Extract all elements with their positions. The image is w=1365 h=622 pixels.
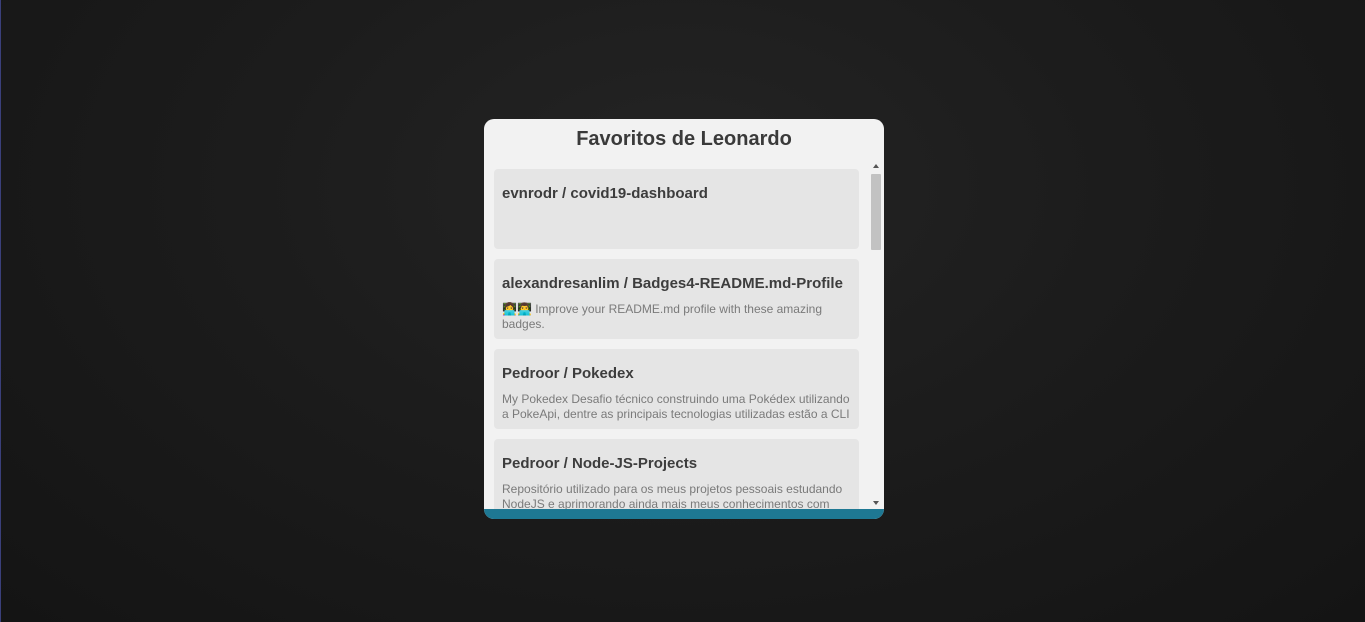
favorites-list: evnrodr / covid19-dashboard alexandresan… <box>494 169 859 509</box>
triangle-up-icon <box>873 164 879 168</box>
favorite-card[interactable]: evnrodr / covid19-dashboard <box>494 169 859 249</box>
favorite-card-description: 👩‍💻👨‍💻 Improve your README.md profile wi… <box>502 302 822 331</box>
favorite-card-title: Pedroor / Pokedex <box>502 365 634 382</box>
scroll-up-button[interactable] <box>870 160 882 172</box>
favorite-card-description: Repositório utilizado para os meus proje… <box>502 482 843 509</box>
scroll-down-button[interactable] <box>870 497 882 509</box>
triangle-down-icon <box>873 501 879 505</box>
favorite-card-title: Pedroor / Node-JS-Projects <box>502 455 698 472</box>
favorite-card[interactable]: alexandresanlim / Badges4-README.md-Prof… <box>494 259 859 339</box>
favorite-card-title: evnrodr / covid19-dashboard <box>502 185 708 202</box>
list-scrollbar[interactable] <box>870 160 882 509</box>
modal-title: Favoritos de Leonardo <box>576 128 792 150</box>
favorites-modal: Favoritos de Leonardo evnrodr / covid19-… <box>484 119 884 519</box>
favorite-card[interactable]: Pedroor / Pokedex My Pokedex Desafio téc… <box>494 349 859 429</box>
scrollbar-thumb[interactable] <box>871 174 881 250</box>
modal-bottom-accent-bar <box>484 509 884 519</box>
favorite-card-description: My Pokedex Desafio técnico construindo u… <box>502 392 850 421</box>
favorite-card[interactable]: Pedroor / Node-JS-Projects Repositório u… <box>494 439 859 509</box>
favorite-card-title: alexandresanlim / Badges4-README.md-Prof… <box>502 275 843 292</box>
favorites-list-viewport[interactable]: evnrodr / covid19-dashboard alexandresan… <box>484 160 884 509</box>
